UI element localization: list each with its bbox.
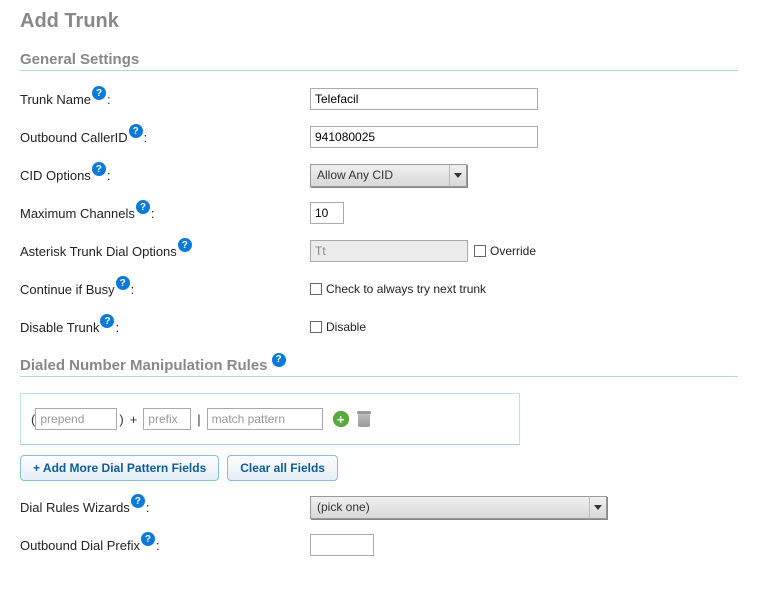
cid-options-label: CID Options	[20, 168, 91, 183]
trunk-name-input[interactable]	[310, 88, 538, 110]
dial-options-input	[310, 240, 468, 262]
help-icon[interactable]	[272, 353, 286, 367]
help-icon[interactable]	[116, 276, 130, 290]
dial-options-label: Asterisk Trunk Dial Options	[20, 244, 177, 259]
prefix-input[interactable]	[143, 408, 191, 430]
trash-icon[interactable]	[357, 411, 371, 427]
page-title: Add Trunk	[20, 10, 738, 33]
pipe-separator: |	[197, 412, 200, 427]
disable-trunk-checkbox[interactable]	[310, 321, 322, 333]
colon: :	[107, 92, 111, 107]
match-pattern-input[interactable]	[207, 408, 323, 430]
cid-options-select[interactable]: Allow Any CID	[310, 164, 467, 187]
help-icon[interactable]	[100, 314, 114, 328]
help-icon[interactable]	[92, 86, 106, 100]
cid-options-selected: Allow Any CID	[317, 168, 393, 182]
dial-pattern-row: ( ) + |	[20, 393, 520, 445]
chevron-down-icon[interactable]	[449, 164, 467, 187]
paren-close: )	[119, 412, 123, 427]
outbound-callerid-label: Outbound CallerID	[20, 130, 128, 145]
help-icon[interactable]	[131, 494, 145, 508]
continue-if-busy-checkbox[interactable]	[310, 283, 322, 295]
continue-if-busy-label: Continue if Busy	[20, 282, 115, 297]
help-icon[interactable]	[141, 532, 155, 546]
disable-trunk-cb-label: Disable	[326, 320, 366, 334]
outbound-dial-prefix-input[interactable]	[310, 534, 374, 556]
add-more-dial-pattern-button[interactable]: + Add More Dial Pattern Fields	[20, 455, 219, 481]
dial-rules-wizards-label: Dial Rules Wizards	[20, 500, 130, 515]
help-icon[interactable]	[136, 200, 150, 214]
section-dial-rules-label: Dialed Number Manipulation Rules	[20, 357, 268, 374]
chevron-down-icon[interactable]	[589, 496, 607, 519]
outbound-dial-prefix-label: Outbound Dial Prefix	[20, 538, 140, 553]
dial-rules-wizards-select[interactable]: (pick one)	[310, 496, 607, 519]
trunk-name-label: Trunk Name	[20, 92, 91, 107]
add-row-icon[interactable]	[333, 411, 349, 427]
max-channels-label: Maximum Channels	[20, 206, 135, 221]
outbound-callerid-input[interactable]	[310, 126, 538, 148]
help-icon[interactable]	[92, 162, 106, 176]
help-icon[interactable]	[178, 238, 192, 252]
section-general-label: General Settings	[20, 51, 139, 68]
plus-separator: +	[130, 412, 138, 427]
clear-all-fields-button[interactable]: Clear all Fields	[227, 455, 338, 481]
prepend-input[interactable]	[35, 408, 117, 430]
section-dial-rules: Dialed Number Manipulation Rules	[20, 357, 738, 377]
override-checkbox[interactable]	[474, 245, 486, 257]
dial-rules-wizards-selected: (pick one)	[317, 500, 370, 514]
section-general-settings: General Settings	[20, 51, 738, 71]
override-label: Override	[490, 244, 536, 258]
continue-if-busy-cb-label: Check to always try next trunk	[326, 282, 486, 296]
help-icon[interactable]	[129, 124, 143, 138]
max-channels-input[interactable]	[310, 202, 344, 224]
disable-trunk-label: Disable Trunk	[20, 320, 99, 335]
